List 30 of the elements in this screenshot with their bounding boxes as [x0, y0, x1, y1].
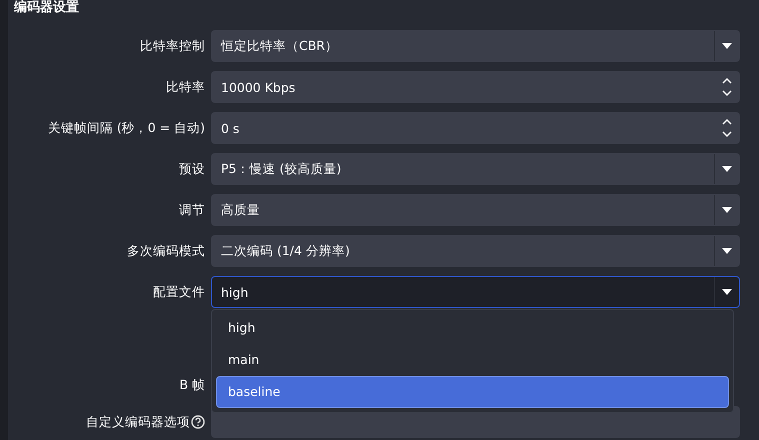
caret-icon: [722, 166, 732, 172]
spin-box[interactable]: 0 s: [211, 112, 740, 144]
dropdown[interactable]: 二次编码 (1/4 分辨率): [211, 235, 740, 267]
caret-icon: [722, 248, 732, 254]
field-label: B 帧: [179, 377, 205, 394]
caret-icon: [722, 43, 732, 49]
field-label: 比特率控制: [140, 38, 205, 54]
section-title: 编码器设置: [14, 0, 80, 16]
caret-icon: [722, 289, 732, 295]
dropdown-option[interactable]: high: [216, 312, 729, 344]
dropdown-option[interactable]: baseline: [216, 376, 729, 408]
dropdown-option[interactable]: main: [216, 344, 729, 376]
field-label: 比特率: [166, 78, 205, 96]
dropdown[interactable]: 高质量: [211, 194, 740, 226]
field-label: 关键帧间隔 (秒，0 = 自动): [48, 120, 205, 136]
field-label: 多次编码模式: [127, 242, 205, 260]
dropdown[interactable]: P5：慢速 (较高质量): [211, 153, 740, 185]
chevron-up-icon[interactable]: [722, 119, 732, 125]
chevron-down-icon[interactable]: [722, 90, 732, 96]
dropdown[interactable]: high: [211, 276, 740, 308]
dropdown[interactable]: 恒定比特率（CBR）: [211, 30, 740, 62]
help-icon[interactable]: [191, 415, 205, 429]
field-label: 自定义编码器选项: [86, 414, 190, 430]
chevron-down-icon[interactable]: [722, 131, 732, 137]
field-label: 调节: [179, 202, 205, 218]
spin-box[interactable]: 10000 Kbps: [211, 71, 740, 103]
chevron-up-icon[interactable]: [722, 78, 732, 84]
caret-icon: [722, 207, 732, 213]
field-label: 预设: [179, 160, 205, 178]
field-label: 配置文件: [153, 284, 205, 300]
